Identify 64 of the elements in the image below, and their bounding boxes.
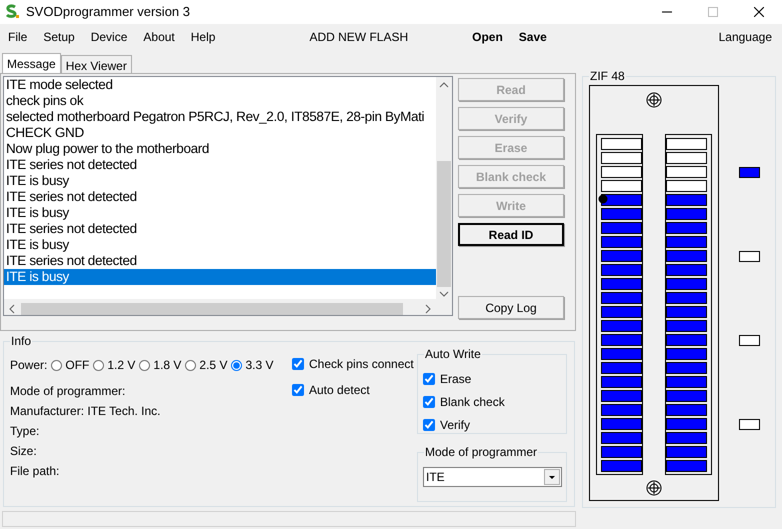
tab[interactable]: Message (2, 53, 61, 73)
option-label: 1.8 V (153, 357, 182, 374)
checkbox-label: Erase (440, 370, 472, 388)
crosshair-icon (646, 92, 662, 108)
menu-item[interactable]: About (135, 28, 183, 46)
power-label: Power: (10, 357, 48, 374)
horizontal-scrollbar[interactable] (4, 299, 436, 315)
menu-item[interactable]: Language (710, 28, 780, 46)
menu-item[interactable]: Help (182, 28, 224, 46)
window-title: SVODprogrammer version 3 (26, 3, 190, 22)
log-line[interactable]: selected motherboard Pegatron P5RCJ, Rev_2.0, IT8587E, 28-pin ByMati (4, 109, 436, 125)
checkbox[interactable] (423, 372, 435, 384)
option-label: 3.3 V (245, 357, 274, 374)
log-line[interactable]: ITE series not detected (4, 157, 436, 173)
action-button[interactable]: Read ID (458, 223, 564, 246)
group-title: Mode of programmer (424, 445, 538, 459)
radio-button[interactable] (51, 360, 62, 370)
info-label: Type: (10, 423, 40, 440)
info-label: File path: (10, 463, 60, 480)
menu-item[interactable]: ADD NEW FLASH (301, 28, 416, 46)
radio-button[interactable] (185, 360, 196, 370)
checkbox[interactable] (292, 384, 304, 396)
log-line[interactable]: ITE series not detected (4, 253, 436, 269)
maximize-icon (708, 7, 718, 17)
crosshair-icon (646, 480, 662, 496)
checkbox-label: Check pins connect (309, 356, 414, 373)
checkbox-label: Auto detect (309, 382, 370, 399)
copy-log-button[interactable]: Copy Log (458, 296, 564, 319)
checkbox[interactable] (292, 358, 304, 370)
checkbox-label: Verify (440, 416, 470, 434)
option-label: 1.2 V (107, 357, 136, 374)
menu-item[interactable]: File (0, 28, 36, 46)
group-title: ZIF 48 (589, 69, 626, 83)
log-line[interactable]: Now plug power to the motherboard (4, 141, 436, 157)
close-icon (754, 7, 764, 17)
radio-button[interactable] (139, 360, 150, 370)
radio-button[interactable] (93, 360, 104, 370)
info-label: Manufacturer: ITE Tech. Inc. (10, 403, 161, 420)
group-title: Info (10, 334, 32, 348)
log-line[interactable]: ITE is busy (4, 237, 436, 253)
tab[interactable]: Hex Viewer (60, 55, 132, 73)
log-line[interactable]: ITE mode selected (4, 77, 436, 93)
log-line[interactable]: CHECK GND (4, 125, 436, 141)
log-line[interactable]: ITE is busy (4, 173, 436, 189)
menu-item[interactable]: Save (510, 28, 555, 46)
log-line[interactable]: ITE is busy (4, 205, 436, 221)
vertical-scrollbar[interactable] (436, 77, 452, 301)
checkbox[interactable] (423, 418, 435, 430)
log-line[interactable]: check pins ok (4, 93, 436, 109)
checkbox[interactable] (423, 396, 435, 408)
mode-dropdown[interactable]: ITE (423, 467, 562, 487)
group-title: Auto Write (424, 347, 482, 361)
option-label: OFF (65, 357, 90, 374)
app-logo-icon (4, 4, 20, 20)
radio-button[interactable] (231, 360, 242, 370)
log-line[interactable]: ITE series not detected (4, 189, 436, 205)
option-label: 2.5 V (199, 357, 228, 374)
log-line[interactable]: ITE series not detected (4, 221, 436, 237)
menu-item[interactable]: Device (82, 28, 136, 46)
info-label: Mode of programmer: (10, 383, 126, 400)
menu-item[interactable]: Setup (35, 28, 83, 46)
info-label: Size: (10, 443, 38, 460)
menu-item[interactable]: Open (464, 28, 511, 46)
checkbox-label: Blank check (440, 394, 505, 410)
